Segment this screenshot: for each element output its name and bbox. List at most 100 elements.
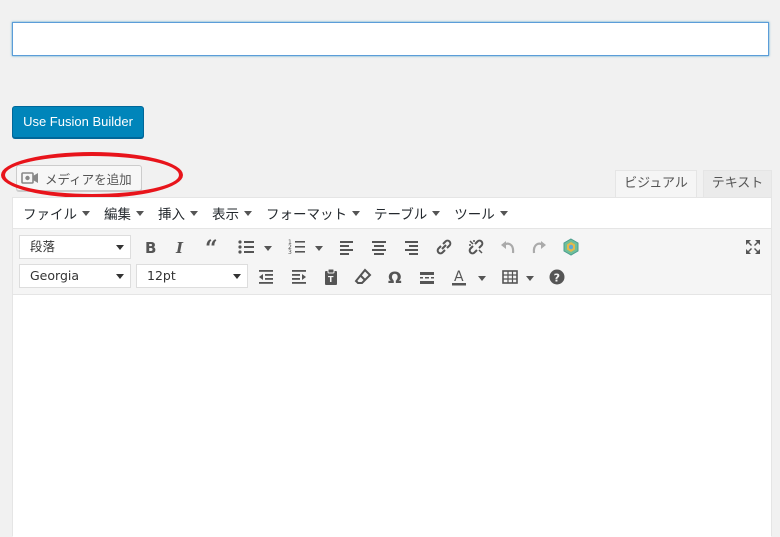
fullscreen-button[interactable] bbox=[741, 235, 765, 259]
font-size-value: 12pt bbox=[147, 268, 176, 283]
menu-format-label: フォーマット bbox=[266, 207, 347, 223]
indent-icon bbox=[292, 270, 306, 284]
insert-link-button[interactable] bbox=[432, 235, 456, 259]
add-media-button[interactable]: メディアを追加 bbox=[16, 165, 142, 191]
menu-table[interactable]: テーブル bbox=[374, 203, 441, 223]
align-right-icon bbox=[405, 241, 418, 255]
undo-icon bbox=[501, 241, 515, 254]
chevron-down-icon[interactable] bbox=[264, 246, 272, 251]
chevron-down-icon bbox=[244, 210, 252, 216]
bold-button[interactable]: B bbox=[138, 235, 162, 259]
redo-button[interactable] bbox=[527, 235, 551, 259]
align-right-button[interactable] bbox=[399, 235, 423, 259]
menu-edit-label: 編集 bbox=[104, 207, 131, 223]
chevron-down-icon bbox=[499, 210, 508, 216]
quote-icon: “ bbox=[205, 238, 218, 256]
undo-button[interactable] bbox=[496, 235, 520, 259]
menu-view[interactable]: 表示 bbox=[212, 203, 252, 223]
table-button[interactable] bbox=[498, 265, 522, 289]
chevron-down-icon[interactable] bbox=[315, 246, 323, 251]
menu-tools[interactable]: ツール bbox=[454, 203, 508, 223]
svg-text:?: ? bbox=[554, 272, 560, 285]
chevron-down-icon bbox=[82, 210, 90, 216]
fusion-shortcode-button[interactable] bbox=[559, 235, 583, 259]
fusion-icon bbox=[563, 238, 579, 256]
format-select-value: 段落 bbox=[30, 239, 56, 254]
horizontal-line-button[interactable] bbox=[415, 265, 439, 289]
svg-text:3: 3 bbox=[288, 249, 292, 256]
paste-text-button[interactable]: T bbox=[319, 265, 343, 289]
tab-visual[interactable]: ビジュアル bbox=[615, 170, 697, 197]
omega-icon: Ω bbox=[388, 268, 402, 286]
use-fusion-builder-button[interactable]: Use Fusion Builder bbox=[12, 106, 144, 138]
table-icon bbox=[502, 270, 518, 284]
chevron-down-icon bbox=[116, 245, 124, 250]
special-character-button[interactable]: Ω bbox=[383, 265, 407, 289]
italic-button[interactable]: I bbox=[168, 235, 192, 259]
toolbar-row-2: Georgia 12pt T Ω A ? bbox=[13, 262, 771, 292]
post-title-input[interactable] bbox=[12, 22, 769, 56]
clipboard-icon: T bbox=[325, 268, 337, 285]
horizontal-line-icon bbox=[420, 272, 434, 284]
editor-toolbar: 段落 B I “ 123 Georgia 12pt T Ω A ? bbox=[13, 229, 771, 295]
redo-icon bbox=[532, 241, 546, 254]
svg-text:T: T bbox=[328, 275, 334, 284]
help-icon: ? bbox=[549, 269, 565, 285]
unlink-icon bbox=[468, 239, 484, 255]
outdent-icon bbox=[259, 270, 273, 284]
editor-menubar: ファイル 編集 挿入 表示 フォーマット テーブル ツール bbox=[13, 198, 771, 229]
align-left-icon bbox=[340, 241, 353, 255]
numbered-list-icon: 123 bbox=[288, 239, 305, 256]
svg-text:Ω: Ω bbox=[388, 268, 402, 286]
svg-text:I: I bbox=[175, 239, 184, 256]
toolbar-row-1: 段落 B I “ 123 bbox=[13, 232, 771, 262]
align-center-button[interactable] bbox=[367, 235, 391, 259]
svg-text:B: B bbox=[145, 239, 156, 256]
svg-text:“: “ bbox=[205, 238, 218, 256]
fullscreen-icon bbox=[746, 240, 760, 254]
remove-link-button[interactable] bbox=[464, 235, 488, 259]
menu-file-label: ファイル bbox=[23, 207, 77, 223]
tab-text[interactable]: テキスト bbox=[703, 170, 772, 197]
bullet-list-button[interactable] bbox=[234, 235, 258, 259]
chevron-down-icon bbox=[432, 210, 441, 216]
chevron-down-icon bbox=[116, 274, 124, 279]
help-button[interactable]: ? bbox=[545, 265, 569, 289]
menu-insert[interactable]: 挿入 bbox=[158, 203, 198, 223]
menu-insert-label: 挿入 bbox=[158, 207, 185, 223]
chevron-down-icon bbox=[233, 274, 241, 279]
text-color-button[interactable]: A bbox=[447, 265, 471, 289]
align-center-icon bbox=[372, 241, 386, 255]
chevron-down-icon bbox=[190, 210, 198, 216]
bold-icon: B bbox=[145, 239, 156, 256]
menu-edit[interactable]: 編集 bbox=[104, 203, 144, 223]
eraser-icon bbox=[354, 268, 372, 284]
add-media-label: メディアを追加 bbox=[45, 171, 132, 187]
editor-content-area[interactable] bbox=[13, 295, 771, 537]
outdent-button[interactable] bbox=[254, 265, 278, 289]
menu-file[interactable]: ファイル bbox=[23, 203, 90, 223]
menu-table-label: テーブル bbox=[374, 207, 428, 223]
numbered-list-button[interactable]: 123 bbox=[285, 235, 309, 259]
blockquote-button[interactable]: “ bbox=[201, 235, 225, 259]
format-select[interactable]: 段落 bbox=[19, 235, 131, 259]
menu-format[interactable]: フォーマット bbox=[266, 203, 360, 223]
svg-text:A: A bbox=[454, 269, 464, 285]
chevron-down-icon[interactable] bbox=[526, 276, 534, 281]
link-icon bbox=[436, 239, 452, 255]
font-size-select[interactable]: 12pt bbox=[136, 264, 248, 288]
chevron-down-icon bbox=[136, 210, 144, 216]
font-family-value: Georgia bbox=[30, 268, 80, 283]
clear-formatting-button[interactable] bbox=[351, 265, 375, 289]
font-family-select[interactable]: Georgia bbox=[19, 264, 131, 288]
align-left-button[interactable] bbox=[335, 235, 359, 259]
menu-tools-label: ツール bbox=[454, 207, 495, 223]
chevron-down-icon bbox=[352, 210, 360, 216]
menu-view-label: 表示 bbox=[212, 207, 239, 223]
indent-button[interactable] bbox=[287, 265, 311, 289]
chevron-down-icon[interactable] bbox=[478, 276, 486, 281]
bullet-list-icon bbox=[238, 240, 254, 254]
editor: ファイル 編集 挿入 表示 フォーマット テーブル ツール 段落 B I “ 1… bbox=[12, 197, 772, 537]
text-color-icon: A bbox=[452, 269, 466, 286]
italic-icon: I bbox=[175, 239, 184, 256]
